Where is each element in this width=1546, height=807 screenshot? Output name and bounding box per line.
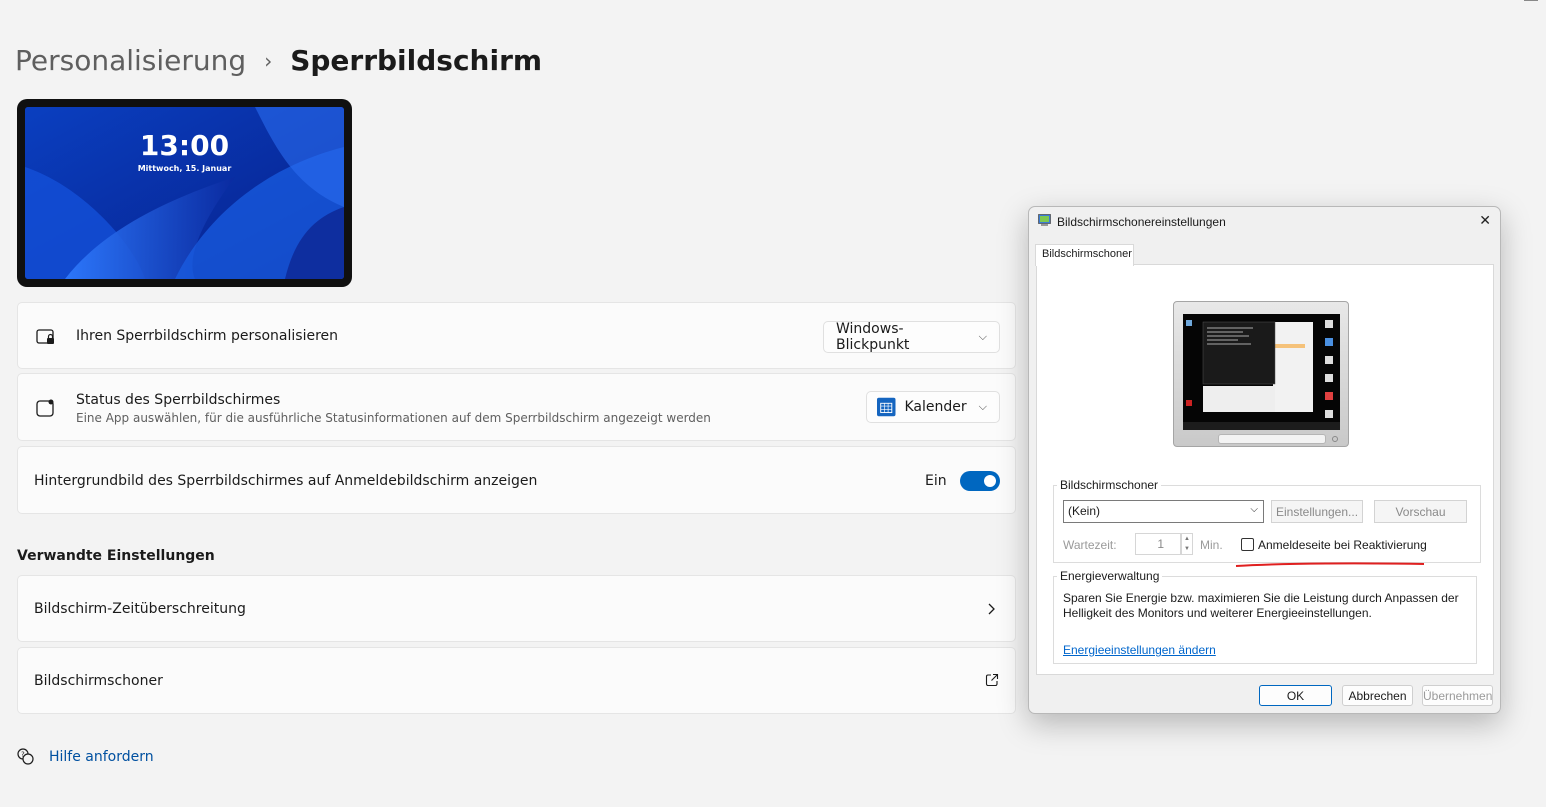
personalize-lock-value: Windows-Blickpunkt — [836, 321, 910, 353]
window-minimize-mark[interactable] — [1524, 0, 1538, 2]
open-external-icon — [985, 673, 999, 687]
lock-date: Mittwoch, 15. Januar — [137, 164, 232, 173]
screen-timeout-card[interactable]: Bildschirm-Zeitüberschreitung — [17, 575, 1016, 642]
energy-group-label: Energieverwaltung — [1057, 569, 1163, 583]
chevron-right-icon — [988, 603, 995, 615]
status-app-icon — [36, 399, 54, 417]
help-row[interactable]: ? Hilfe anfordern — [17, 748, 154, 766]
signin-background-label: Hintergrundbild des Sperrbildschirmes au… — [34, 473, 538, 489]
screensaver-select-value: (Kein) — [1068, 504, 1101, 518]
dialog-tab-panel: Bildschirmschoner (Kein) ⌵ Einstellungen… — [1036, 264, 1494, 675]
page-title: Sperrbildschirm — [290, 44, 543, 77]
screensaver-app-icon — [1038, 214, 1051, 226]
screensaver-group-label: Bildschirmschoner — [1057, 478, 1162, 492]
chevron-down-icon: ⌵ — [1250, 504, 1258, 515]
desktop-thumbnail-image — [1183, 314, 1340, 430]
resume-signin-checkbox[interactable] — [1241, 538, 1254, 551]
monitor-power-led — [1332, 436, 1338, 442]
monitor-preview — [1173, 301, 1349, 447]
screen-timeout-label: Bildschirm-Zeitüberschreitung — [34, 601, 246, 617]
energy-settings-link[interactable]: Energieeinstellungen ändern — [1063, 643, 1216, 657]
help-link[interactable]: Hilfe anfordern — [49, 749, 154, 765]
preview-button[interactable]: Vorschau — [1374, 500, 1467, 523]
tab-screensaver[interactable]: Bildschirmschoner — [1035, 244, 1134, 266]
wait-label: Wartezeit: — [1063, 538, 1117, 552]
energy-description: Sparen Sie Energie bzw. maximieren Sie d… — [1063, 591, 1459, 620]
screensaver-label: Bildschirmschoner — [34, 673, 163, 689]
screensaver-dialog: Bildschirmschonereinstellungen ✕ Bildsch… — [1028, 206, 1501, 714]
lock-status-label: Status des Sperrbildschirmes — [76, 392, 281, 408]
lock-status-dropdown[interactable]: Kalender ⌵ — [866, 391, 1000, 423]
lock-screen-wallpaper: 13:00 Mittwoch, 15. Januar — [25, 107, 344, 279]
calendar-app-icon — [877, 397, 896, 417]
chevron-right-icon: › — [264, 48, 273, 73]
resume-signin-label[interactable]: Anmeldeseite bei Reaktivierung — [1258, 538, 1427, 552]
ok-button[interactable]: OK — [1259, 685, 1332, 706]
lock-screen-preview: 13:00 Mittwoch, 15. Januar — [17, 99, 352, 287]
dialog-title: Bildschirmschonereinstellungen — [1057, 215, 1226, 229]
wait-unit: Min. — [1200, 538, 1223, 552]
screensaver-select[interactable]: (Kein) ⌵ — [1063, 500, 1264, 523]
chevron-down-icon: ⌵ — [978, 330, 987, 343]
breadcrumb-parent[interactable]: Personalisierung — [15, 44, 246, 77]
red-underline-annotation — [1235, 562, 1425, 567]
monitor-preview-screen — [1183, 314, 1340, 430]
wait-input[interactable]: 1 — [1135, 533, 1181, 555]
related-settings-title: Verwandte Einstellungen — [17, 548, 215, 564]
screensaver-card[interactable]: Bildschirmschoner — [17, 647, 1016, 714]
lock-status-card[interactable]: Status des Sperrbildschirmes Eine App au… — [17, 373, 1016, 441]
wait-stepper[interactable]: ▲ ▼ — [1181, 533, 1193, 555]
breadcrumb: Personalisierung › Sperrbildschirm — [15, 44, 542, 77]
lock-screen-icon — [36, 329, 54, 344]
signin-background-toggle[interactable] — [960, 471, 1000, 491]
settings-button[interactable]: Einstellungen... — [1271, 500, 1363, 523]
svg-text:?: ? — [21, 751, 25, 759]
personalize-lock-card[interactable]: Ihren Sperrbildschirm personalisieren Wi… — [17, 302, 1016, 369]
lock-clock: 13:00 — [139, 129, 230, 162]
lock-status-description: Eine App auswählen, für die ausführliche… — [76, 411, 711, 425]
cancel-button[interactable]: Abbrechen — [1342, 685, 1413, 706]
apply-button[interactable]: Übernehmen — [1422, 685, 1493, 706]
personalize-lock-label: Ihren Sperrbildschirm personalisieren — [76, 328, 339, 344]
signin-background-card: Hintergrundbild des Sperrbildschirmes au… — [17, 446, 1016, 514]
monitor-base — [1218, 434, 1326, 444]
chevron-down-icon: ⌵ — [978, 400, 987, 413]
toggle-state-label: Ein — [925, 473, 947, 489]
personalize-lock-dropdown[interactable]: Windows-Blickpunkt ⌵ — [823, 321, 1000, 353]
help-chat-icon: ? — [17, 748, 34, 765]
lock-status-value: Kalender — [904, 399, 967, 415]
close-icon[interactable]: ✕ — [1479, 212, 1491, 229]
